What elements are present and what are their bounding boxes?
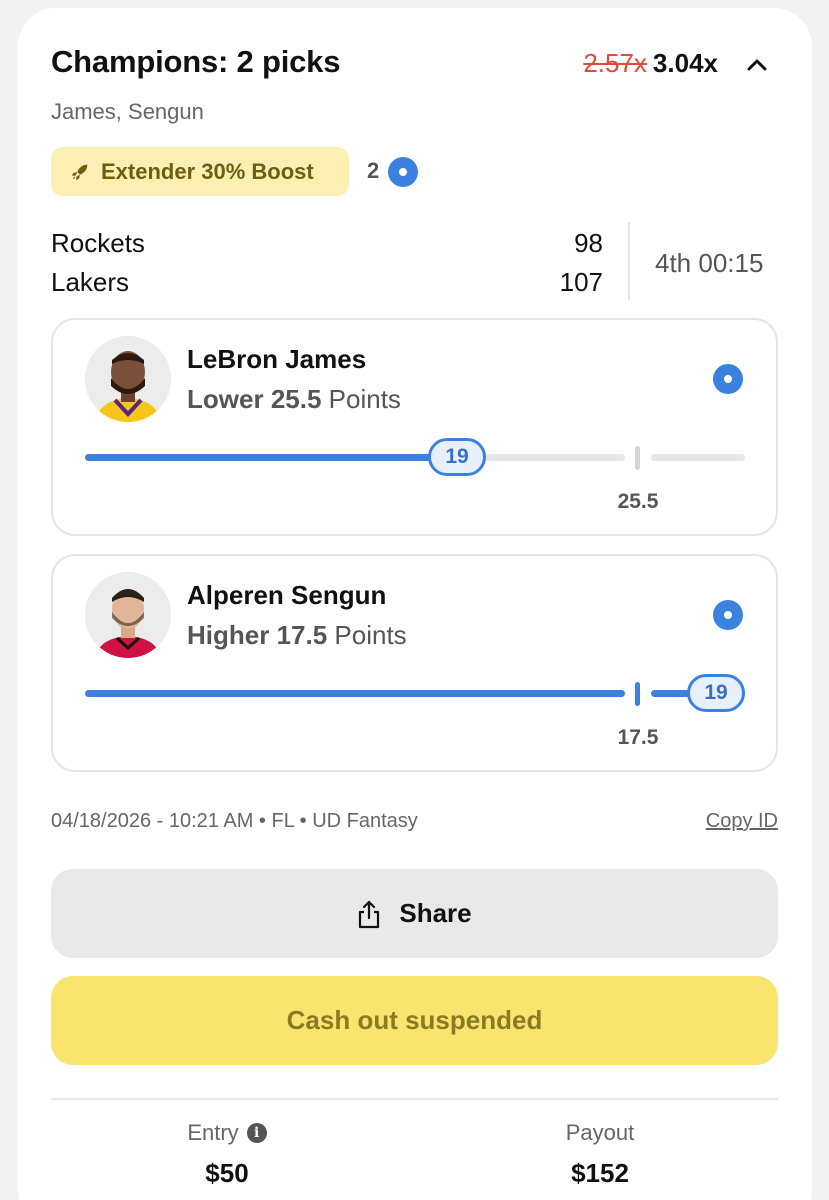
share-label: Share xyxy=(399,898,472,928)
player-avatar xyxy=(85,572,171,658)
boost-label: Extender 30% Boost xyxy=(101,158,314,184)
multiplier: 2.57x 3.04x xyxy=(583,48,718,79)
entry-summary: Entry i $50 xyxy=(77,1120,377,1189)
line-tick xyxy=(635,682,640,706)
line-tick-label: 25.5 xyxy=(617,490,659,513)
player-avatar xyxy=(85,336,171,422)
payout-label: Payout xyxy=(565,1120,635,1145)
share-button[interactable]: Share xyxy=(51,869,778,958)
score-divider xyxy=(628,222,630,300)
score-home: 107 xyxy=(559,267,603,297)
boost-badge[interactable]: Extender 30% Boost xyxy=(51,147,349,196)
cash-out-label: Cash out suspended xyxy=(286,1005,543,1035)
progress-fill xyxy=(85,690,625,697)
entry-value: $50 xyxy=(205,1158,249,1188)
line-tick xyxy=(635,446,640,470)
current-value-bubble: 19 xyxy=(687,674,745,712)
entry-label: Entry xyxy=(187,1120,239,1145)
payout-value: $152 xyxy=(571,1158,629,1188)
pick-line-value: 17.5 xyxy=(276,620,328,650)
pick-card[interactable]: LeBron James Lower 25.5 Points 19 25.5 xyxy=(51,318,778,536)
player-name: LeBron James xyxy=(187,344,367,374)
pick-direction: Higher xyxy=(187,620,270,650)
entry-title: Champions: 2 picks xyxy=(51,44,341,79)
pick-card[interactable]: Alperen Sengun Higher 17.5 Points 19 17.… xyxy=(51,554,778,772)
pick-status-dot-icon xyxy=(713,364,743,394)
cash-out-button[interactable]: Cash out suspended xyxy=(51,976,778,1065)
line-tick-label: 17.5 xyxy=(617,726,659,749)
copy-id-link[interactable]: Copy ID xyxy=(706,810,778,833)
boost-count: 2 xyxy=(367,158,380,183)
pick-stat: Points xyxy=(328,384,401,414)
footer-divider xyxy=(51,1098,778,1100)
pick-stat: Points xyxy=(334,620,407,650)
progress-track-over xyxy=(651,454,745,461)
game-clock: 4th 00:15 xyxy=(655,248,764,278)
score-away: 98 xyxy=(574,228,603,258)
entry-subtitle: James, Sengun xyxy=(51,99,204,124)
entry-meta: 04/18/2026 - 10:21 AM • FL • UD Fantasy xyxy=(51,810,418,832)
team-home: Lakers xyxy=(51,267,130,297)
new-multiplier: 3.04x xyxy=(652,48,718,78)
rocket-icon xyxy=(71,164,88,180)
boost-dot-icon xyxy=(388,157,418,187)
pick-line: Higher 17.5 Points xyxy=(187,620,407,651)
entry-label-row: Entry i xyxy=(187,1120,267,1146)
info-icon[interactable]: i xyxy=(246,1123,267,1143)
player-name: Alperen Sengun xyxy=(187,580,387,610)
progress-fill xyxy=(85,454,435,461)
pick-direction: Lower xyxy=(187,384,264,414)
share-icon xyxy=(359,900,380,928)
old-multiplier: 2.57x xyxy=(583,48,647,78)
pick-line: Lower 25.5 Points xyxy=(187,384,401,415)
team-away: Rockets xyxy=(51,228,145,258)
payout-summary: Payout $152 xyxy=(450,1120,750,1189)
current-value-bubble: 19 xyxy=(428,438,486,476)
chevron-up-icon[interactable] xyxy=(744,52,770,78)
pick-line-value: 25.5 xyxy=(270,384,322,414)
pick-status-dot-icon xyxy=(713,600,743,630)
